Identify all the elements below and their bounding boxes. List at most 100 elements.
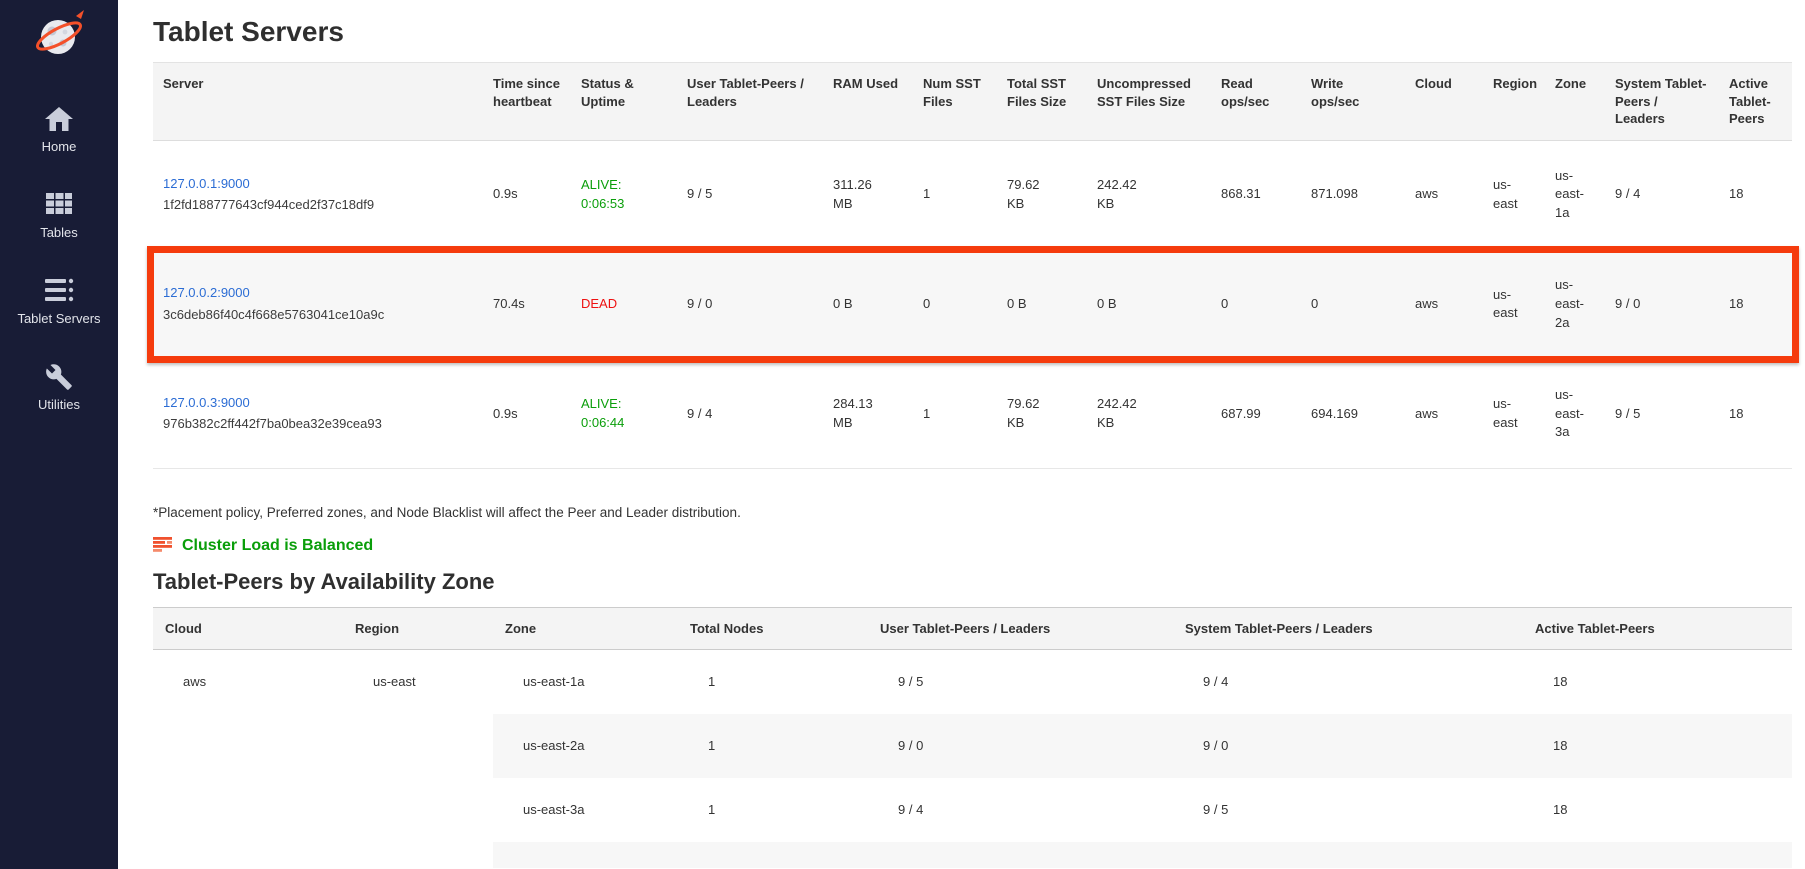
sidebar-item-utilities[interactable]: Utilities — [0, 363, 118, 412]
sidebar-nav: Home Tables — [0, 105, 118, 412]
sidebar-item-label: Home — [42, 139, 77, 154]
th-uncompressed-sst: Uncompressed SST Files Size — [1087, 63, 1211, 141]
cluster-balance-icon — [153, 537, 172, 555]
tablet-servers-table-wrap: Server Time since heartbeat Status & Upt… — [153, 62, 1792, 469]
cluster-load-status: Cluster Load is Balanced — [153, 537, 1793, 555]
num-sst-cell: 1 — [913, 359, 997, 469]
az-active-peers-cell: 18 — [1523, 714, 1792, 778]
tablet-servers-table: Server Time since heartbeat Status & Upt… — [153, 62, 1792, 469]
status-text: DEAD — [581, 295, 667, 314]
status-cell: ALIVE: 0:06:53 — [571, 140, 677, 250]
server-cell: 127.0.0.2:9000 3c6deb86f40c4f668e5763041… — [153, 250, 483, 360]
planet-logo-icon — [31, 50, 87, 65]
total-sst-cell: 0 B — [997, 250, 1087, 360]
az-system-peers-cell: 9 / 0 — [1173, 714, 1523, 778]
sidebar-item-home[interactable]: Home — [0, 105, 118, 154]
th-az-active-peers: Active Tablet-Peers — [1523, 608, 1792, 650]
write-ops-cell: 0 — [1301, 250, 1405, 360]
az-user-peers-cell: 9 / 0 — [868, 714, 1173, 778]
zone-cell: us-east-3a — [1545, 359, 1605, 469]
uptime-text: 0:06:53 — [581, 195, 667, 214]
active-peers-cell: 18 — [1719, 140, 1792, 250]
main-content: Tablet Servers Server Time since heartbe… — [118, 0, 1805, 869]
cluster-load-label: Cluster Load is Balanced — [182, 537, 373, 555]
dead-server-row: 127.0.0.2:9000 3c6deb86f40c4f668e5763041… — [153, 250, 1792, 360]
read-ops-cell: 0 — [1211, 250, 1301, 360]
az-section-title: Tablet-Peers by Availability Zone — [153, 569, 1793, 595]
heartbeat-cell: 0.9s — [483, 140, 571, 250]
th-system-peers: System Tablet-Peers / Leaders — [1605, 63, 1719, 141]
read-ops-cell: 868.31 — [1211, 140, 1301, 250]
read-ops-cell: 687.99 — [1211, 359, 1301, 469]
num-sst-cell: 0 — [913, 250, 997, 360]
status-text: ALIVE: — [581, 395, 667, 414]
system-peers-cell: 9 / 5 — [1605, 359, 1719, 469]
region-cell: us-east — [1483, 359, 1545, 469]
total-sst-cell: 79.62 KB — [997, 359, 1087, 469]
server-link[interactable]: 127.0.0.3:9000 — [163, 395, 250, 410]
az-zone-cell: us-east-3a — [493, 778, 678, 842]
page-title: Tablet Servers — [153, 16, 1793, 48]
th-az-region: Region — [343, 608, 493, 650]
app-logo[interactable] — [31, 6, 87, 65]
az-zone-cell: us-east-1a — [493, 650, 678, 714]
cloud-cell: aws — [1405, 250, 1483, 360]
az-region-cell: us-east — [343, 650, 493, 868]
server-link[interactable]: 127.0.0.2:9000 — [163, 285, 250, 300]
th-ram: RAM Used — [823, 63, 913, 141]
tables-icon — [44, 191, 74, 219]
server-uuid: 1f2fd188777643cf944ced2f37c18df9 — [163, 196, 473, 215]
server-row: 127.0.0.3:9000 976b382c2ff442f7ba0bea32e… — [153, 359, 1792, 469]
uncompressed-sst-cell: 242.42 KB — [1087, 140, 1211, 250]
uncompressed-sst-cell: 242.42 KB — [1087, 359, 1211, 469]
th-server: Server — [153, 63, 483, 141]
ram-cell: 0 B — [823, 250, 913, 360]
server-uuid: 3c6deb86f40c4f668e5763041ce10a9c — [163, 306, 473, 325]
server-uuid: 976b382c2ff442f7ba0bea32e39cea93 — [163, 415, 473, 434]
az-nodes-cell: 1 — [678, 778, 868, 842]
region-cell: us-east — [1483, 250, 1545, 360]
az-nodes-cell: 1 — [678, 714, 868, 778]
total-sst-cell: 79.62 KB — [997, 140, 1087, 250]
th-heartbeat: Time since heartbeat — [483, 63, 571, 141]
system-peers-cell: 9 / 4 — [1605, 140, 1719, 250]
ram-cell: 311.26 MB — [823, 140, 913, 250]
sidebar-item-tables[interactable]: Tables — [0, 191, 118, 240]
heartbeat-cell: 70.4s — [483, 250, 571, 360]
th-cloud: Cloud — [1405, 63, 1483, 141]
active-peers-cell: 18 — [1719, 250, 1792, 360]
az-header-row: Cloud Region Zone Total Nodes User Table… — [153, 608, 1792, 650]
sidebar: Home Tables — [0, 0, 118, 869]
num-sst-cell: 1 — [913, 140, 997, 250]
az-active-peers-cell: 18 — [1523, 650, 1792, 714]
az-row: aws us-east us-east-1a 1 9 / 5 9 / 4 18 — [153, 650, 1792, 714]
th-total-sst: Total SST Files Size — [997, 63, 1087, 141]
th-region: Region — [1483, 63, 1545, 141]
user-peers-cell: 9 / 5 — [677, 140, 823, 250]
active-peers-cell: 18 — [1719, 359, 1792, 469]
az-user-peers-cell: 9 / 4 — [868, 778, 1173, 842]
ram-cell: 284.13 MB — [823, 359, 913, 469]
server-link[interactable]: 127.0.0.1:9000 — [163, 176, 250, 191]
sidebar-item-label: Tables — [40, 225, 78, 240]
tablet-servers-icon — [43, 277, 75, 305]
az-zone-cell: us-east-2a — [493, 714, 678, 778]
az-active-peers-cell: 18 — [1523, 778, 1792, 842]
th-user-peers: User Tablet-Peers / Leaders — [677, 63, 823, 141]
zone-cell: us-east-1a — [1545, 140, 1605, 250]
region-cell: us-east — [1483, 140, 1545, 250]
server-cell: 127.0.0.3:9000 976b382c2ff442f7ba0bea32e… — [153, 359, 483, 469]
th-read-ops: Read ops/sec — [1211, 63, 1301, 141]
wrench-icon — [45, 363, 73, 391]
th-active-peers: Active Tablet-Peers — [1719, 63, 1792, 141]
cloud-cell: aws — [1405, 140, 1483, 250]
placement-footnote: *Placement policy, Preferred zones, and … — [153, 505, 1793, 520]
az-nodes-cell: 1 — [678, 650, 868, 714]
uptime-text: 0:06:44 — [581, 414, 667, 433]
th-az-zone: Zone — [493, 608, 678, 650]
write-ops-cell: 694.169 — [1301, 359, 1405, 469]
az-system-peers-cell: 9 / 5 — [1173, 778, 1523, 842]
sidebar-item-tablet-servers[interactable]: Tablet Servers — [0, 277, 118, 326]
write-ops-cell: 871.098 — [1301, 140, 1405, 250]
server-row: 127.0.0.1:9000 1f2fd188777643cf944ced2f3… — [153, 140, 1792, 250]
